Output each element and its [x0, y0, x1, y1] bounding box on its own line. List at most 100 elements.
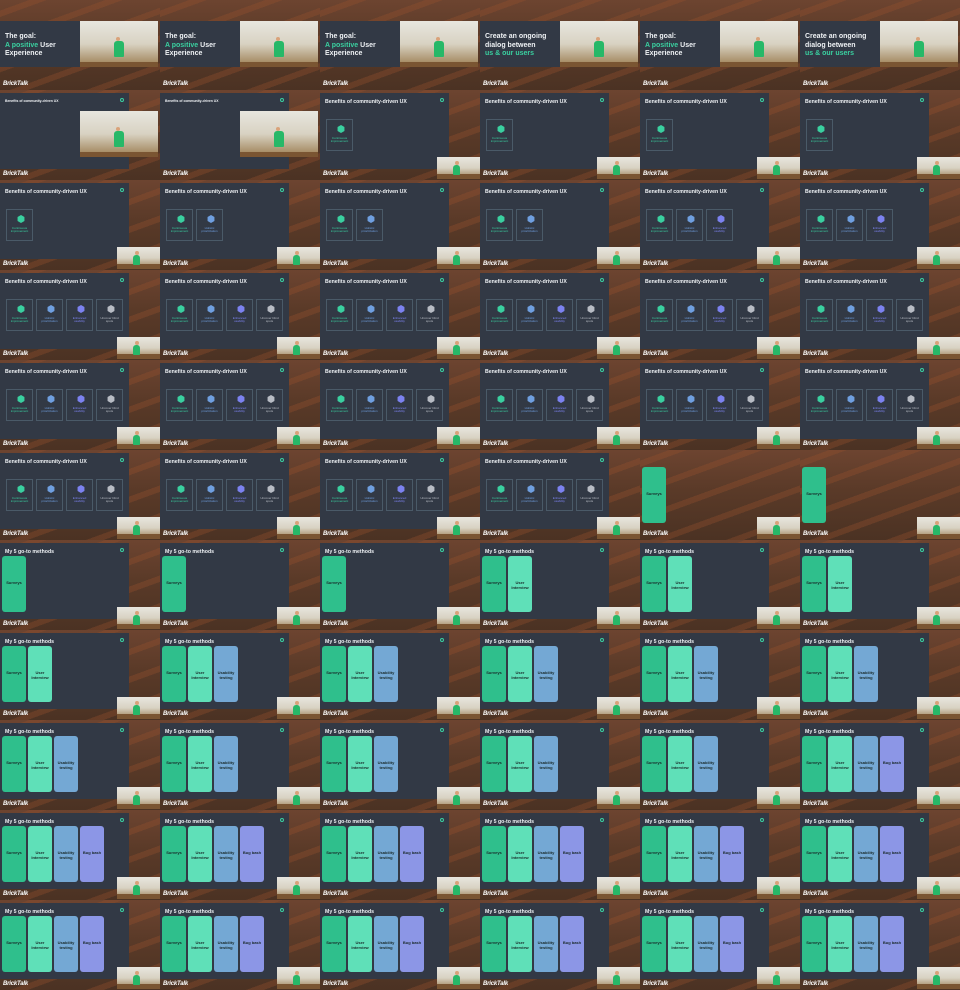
video-frame[interactable]: My 5 go-to methods BrickTalk Surveys User I…	[320, 810, 480, 900]
video-frame[interactable]: Benefits of community-driven UX Continuou…	[0, 180, 160, 270]
video-frame[interactable]: Benefits of community-driven UX Continuou…	[640, 270, 800, 360]
video-frame[interactable]: My 5 go-to methods BrickTalk Surveys User I…	[800, 630, 960, 720]
event-logo: BrickTalk	[643, 621, 668, 627]
video-frame[interactable]: Benefits of community-driven UX Continuou…	[640, 360, 800, 450]
method-card: Usability testing	[214, 826, 238, 882]
video-frame[interactable]: Benefits of community-driven UX Continuou…	[160, 450, 320, 540]
video-frame[interactable]: Benefits of community-driven UX Continuou…	[0, 360, 160, 450]
video-frame[interactable]: Benefits of community-driven UX Continuou…	[160, 270, 320, 360]
speaker-camera	[117, 877, 160, 899]
event-logo: BrickTalk	[803, 621, 828, 627]
video-frame[interactable]: Benefits of community-driven UX Continuou…	[480, 360, 640, 450]
speaker	[594, 37, 604, 57]
benefit-label: Continuous improvement	[330, 406, 349, 414]
benefit-step: Holistic prioritization	[36, 479, 63, 511]
title-line: The goal:	[5, 33, 37, 40]
video-frame[interactable]: BrickTalk Create an ongoing dialog between…	[480, 0, 640, 90]
video-frame[interactable]: My 5 go-to methods BrickTalk Surveys User I…	[160, 810, 320, 900]
video-frame[interactable]: Benefits of community-driven UX Continuou…	[480, 450, 640, 540]
video-frame[interactable]: BrickTalk The goal: A positive User Experi…	[640, 0, 800, 90]
video-frame[interactable]: My 5 go-to methods BrickTalk Surveys User I…	[480, 540, 640, 630]
video-frame[interactable]: My 5 go-to methods BrickTalk Surveys User I…	[800, 900, 960, 990]
video-frame[interactable]: BrickTalk The goal: A positive User Experi…	[320, 0, 480, 90]
benefit-label: Continuous improvement	[490, 226, 509, 234]
video-frame[interactable]: Benefits of community-driven UX Continuou…	[160, 180, 320, 270]
method-label: Usability testing	[57, 940, 75, 950]
video-frame[interactable]: My 5 go-to methods BrickTalk Surveys User I…	[320, 720, 480, 810]
method-label: Surveys	[166, 670, 182, 675]
video-frame[interactable]: My 5 go-to methods BrickTalk Surveys User I…	[0, 630, 160, 720]
video-frame[interactable]: BrickTalk Create an ongoing dialog between…	[800, 0, 960, 90]
video-frame[interactable]: Benefits of community-driven UX Continuou…	[800, 270, 960, 360]
video-frame[interactable]: My 5 go-to methods BrickTalk Surveys User I…	[0, 720, 160, 810]
benefit-label: Continuous improvement	[810, 226, 829, 234]
video-frame[interactable]: My 5 go-to methods BrickTalk Surveys User I…	[480, 630, 640, 720]
speaker-camera	[757, 247, 800, 269]
status-dot-icon	[920, 818, 924, 822]
method-card: Bug bash	[720, 826, 744, 882]
hexagon-icon	[877, 305, 885, 313]
video-frame[interactable]: My 5 go-to methods BrickTalk Surveys User I…	[480, 900, 640, 990]
video-frame[interactable]: My 5 go-to methods BrickTalk Surveys	[160, 540, 320, 630]
method-card: User Interview	[828, 916, 852, 972]
video-frame[interactable]: My 5 go-to methods BrickTalk Surveys User I…	[0, 900, 160, 990]
video-frame[interactable]: Benefits of community-driven UX Continuou…	[320, 360, 480, 450]
video-frame[interactable]: My 5 go-to methods BrickTalk Surveys User I…	[480, 720, 640, 810]
video-frame[interactable]: Benefits of community-driven UX Continuou…	[800, 90, 960, 180]
video-frame[interactable]: Benefits of community-driven UX Continuou…	[0, 270, 160, 360]
method-label: Surveys	[646, 670, 662, 675]
video-frame[interactable]: My 5 go-to methods BrickTalk Surveys User I…	[160, 630, 320, 720]
method-label: User Interview	[511, 760, 529, 770]
speaker-camera	[757, 697, 800, 719]
benefit-label: Holistic prioritization	[681, 406, 698, 414]
video-frame[interactable]: My 5 go-to methods BrickTalk Surveys User I…	[480, 810, 640, 900]
video-frame[interactable]: Benefits of community-driven UX Continuou…	[800, 180, 960, 270]
video-frame[interactable]: My 5 go-to methods BrickTalk Surveys User I…	[320, 630, 480, 720]
video-frame[interactable]: Benefits of community-driven UX Continuou…	[480, 90, 640, 180]
video-frame[interactable]: Benefits of community-driven UX Continuou…	[160, 360, 320, 450]
video-frame[interactable]: BrickTalk Surveys	[640, 450, 800, 540]
video-frame[interactable]: My 5 go-to methods BrickTalk Surveys User I…	[640, 720, 800, 810]
video-frame[interactable]: BrickTalk The goal: A positive User Experi…	[160, 0, 320, 90]
hexagon-icon	[527, 485, 535, 493]
slide-title: Benefits of community-driven UX	[5, 279, 87, 285]
hexagon-icon	[817, 125, 825, 133]
video-frame[interactable]: BrickTalk The goal: A positive User Experi…	[0, 0, 160, 90]
video-frame[interactable]: Benefits of community-driven UX Continuou…	[320, 270, 480, 360]
video-frame[interactable]: My 5 go-to methods BrickTalk Surveys User I…	[800, 810, 960, 900]
method-label: Usability testing	[217, 850, 235, 860]
video-frame[interactable]: My 5 go-to methods BrickTalk Surveys	[320, 540, 480, 630]
video-frame[interactable]: My 5 go-to methods BrickTalk Surveys User I…	[640, 630, 800, 720]
video-frame[interactable]: My 5 go-to methods BrickTalk Surveys User I…	[160, 900, 320, 990]
video-frame[interactable]: Benefits of community-driven UX Continuou…	[320, 90, 480, 180]
video-frame[interactable]: Benefits of community-driven UX Continuou…	[640, 90, 800, 180]
method-label: User Interview	[511, 580, 529, 590]
slide-panel: Benefits of community-driven UX Continuou…	[320, 273, 449, 349]
video-frame[interactable]: Benefits of community-driven UX Continuou…	[320, 450, 480, 540]
benefit-label: Continuous improvement	[810, 316, 829, 324]
video-frame[interactable]: My 5 go-to methods BrickTalk Surveys User I…	[640, 540, 800, 630]
video-frame[interactable]: Benefits of community-driven UX Continuou…	[640, 180, 800, 270]
video-frame[interactable]: Benefits of community-driven UX Continuou…	[480, 180, 640, 270]
video-frame[interactable]: My 5 go-to methods BrickTalk Surveys User I…	[320, 900, 480, 990]
method-card: Usability testing	[534, 916, 558, 972]
video-frame[interactable]: Benefits of community-driven UX Continuou…	[800, 360, 960, 450]
video-frame[interactable]: Benefits of community-driven UX Continuou…	[480, 270, 640, 360]
video-frame[interactable]: My 5 go-to methods BrickTalk Surveys User I…	[640, 810, 800, 900]
method-card: Surveys	[162, 826, 186, 882]
status-dot-icon	[600, 368, 604, 372]
video-frame[interactable]: My 5 go-to methods BrickTalk Surveys	[0, 540, 160, 630]
video-frame[interactable]: My 5 go-to methods BrickTalk Surveys User I…	[160, 720, 320, 810]
video-frame[interactable]: My 5 go-to methods BrickTalk Surveys User I…	[800, 540, 960, 630]
video-frame[interactable]: My 5 go-to methods BrickTalk Surveys User I…	[800, 720, 960, 810]
method-card: Usability testing	[694, 826, 718, 882]
video-frame[interactable]: My 5 go-to methods BrickTalk Surveys User I…	[640, 900, 800, 990]
video-frame[interactable]: Benefits of community-driven UX Continuou…	[0, 450, 160, 540]
event-logo: BrickTalk	[323, 171, 348, 177]
slide-panel: Benefits of community-driven UX Continuou…	[800, 183, 929, 259]
video-frame[interactable]: BrickTalk Surveys	[800, 450, 960, 540]
video-frame[interactable]: Benefits of community-driven UX Continuou…	[320, 180, 480, 270]
video-frame[interactable]: My 5 go-to methods BrickTalk Surveys User I…	[0, 810, 160, 900]
video-frame[interactable]: Benefits of community-driven UX BrickTalk	[0, 90, 160, 180]
video-frame[interactable]: Benefits of community-driven UX BrickTalk	[160, 90, 320, 180]
